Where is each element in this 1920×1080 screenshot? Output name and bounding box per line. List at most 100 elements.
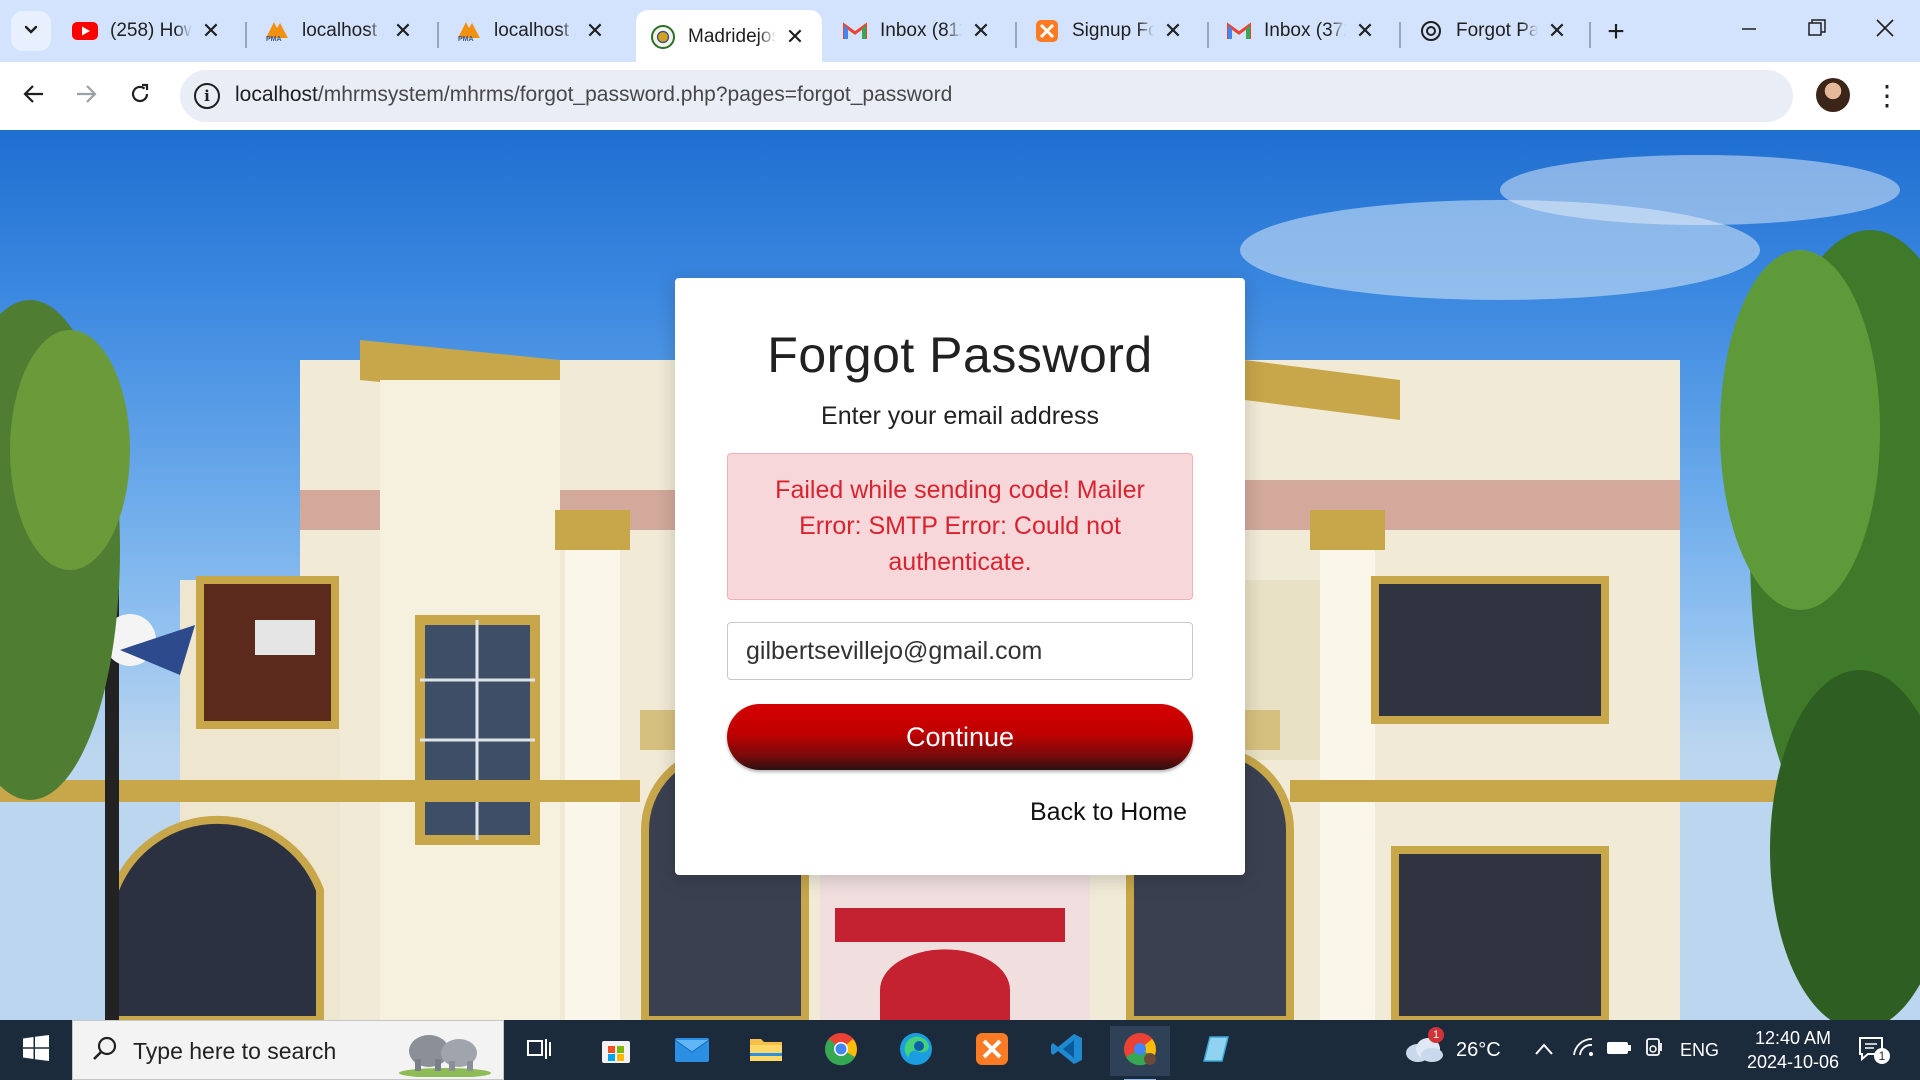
volume-button[interactable] <box>1644 1020 1666 1080</box>
store-icon <box>600 1033 632 1070</box>
address-bar[interactable]: i localhost/mhrmsystem/mhrms/forgot_pass… <box>180 70 1793 122</box>
close-icon[interactable]: ✕ <box>968 18 994 44</box>
tab-phpmyadmin-1[interactable]: PMA localhost / ✕ <box>250 8 430 54</box>
page-content: Forgot Password Enter your email address… <box>0 130 1920 1020</box>
language-label: ENG <box>1680 1039 1720 1060</box>
task-view-icon <box>526 1036 554 1067</box>
close-icon[interactable]: ✕ <box>198 18 224 44</box>
arrow-right-icon <box>75 80 97 112</box>
close-icon[interactable]: ✕ <box>390 18 416 44</box>
file-explorer-button[interactable] <box>736 1026 796 1076</box>
tab-phpmyadmin-2[interactable]: PMA localhost / ✕ <box>442 8 622 54</box>
back-button[interactable] <box>12 74 56 118</box>
close-icon[interactable]: ✕ <box>1160 18 1186 44</box>
reload-button[interactable] <box>118 74 162 118</box>
battery-button[interactable] <box>1606 1020 1632 1080</box>
tab-title: Signup For <box>1072 20 1154 41</box>
url-host: localhost <box>235 83 318 106</box>
phpmyadmin-icon: PMA <box>456 18 482 44</box>
site-info-icon[interactable]: i <box>194 83 220 109</box>
chevron-up-icon <box>1534 1039 1554 1062</box>
back-to-home-link[interactable]: Back to Home <box>1030 798 1187 827</box>
url-text[interactable]: localhost/mhrmsystem/mhrms/forgot_passwo… <box>235 83 952 107</box>
tab-separator <box>1207 22 1209 48</box>
elephant-illustration-icon <box>399 1035 491 1077</box>
continue-button[interactable]: Continue <box>727 704 1193 770</box>
tab-strip: (258) How ✕ PMA localhost / ✕ PMA localh… <box>0 0 1920 64</box>
vscode-button[interactable] <box>1037 1026 1097 1076</box>
microsoft-store-button[interactable] <box>586 1026 646 1076</box>
tab-title: (258) How <box>110 20 192 41</box>
forward-button[interactable] <box>64 74 108 118</box>
tab-title: Inbox (372 <box>1264 20 1346 41</box>
tab-separator <box>1589 22 1591 48</box>
weather-badge: 1 <box>1428 1027 1444 1043</box>
mail-icon <box>674 1035 710 1068</box>
tab-title: localhost / <box>494 20 576 41</box>
plus-icon: + <box>1607 15 1625 48</box>
tab-youtube[interactable]: (258) How ✕ <box>58 8 238 54</box>
task-view-button[interactable] <box>510 1026 570 1076</box>
folder-icon <box>749 1035 783 1068</box>
restore-icon <box>1808 17 1826 43</box>
tab-signup[interactable]: Signup For ✕ <box>1020 8 1200 54</box>
tab-separator <box>1015 22 1017 48</box>
mail-button[interactable] <box>662 1026 722 1076</box>
profile-avatar[interactable] <box>1816 78 1850 112</box>
browser-menu-icon[interactable]: ⋮ <box>1872 76 1902 116</box>
system-clock[interactable]: 12:40 AM 2024-10-06 <box>1730 1026 1856 1074</box>
input-language[interactable]: ENG <box>1680 1020 1719 1080</box>
notes-app-button[interactable] <box>1186 1026 1246 1076</box>
xampp-button[interactable] <box>962 1026 1022 1076</box>
reload-icon <box>129 80 151 112</box>
forgot-password-card: Forgot Password Enter your email address… <box>675 278 1245 875</box>
minimize-button[interactable] <box>1716 0 1782 60</box>
network-button[interactable] <box>1572 1020 1594 1080</box>
page-title: Forgot Password <box>767 327 1153 383</box>
start-button[interactable] <box>0 1020 72 1080</box>
notification-center-button[interactable]: 1 <box>1858 1020 1890 1080</box>
tab-search-button[interactable] <box>11 11 51 51</box>
phpmyadmin-icon: PMA <box>264 18 290 44</box>
close-icon[interactable]: ✕ <box>1352 18 1378 44</box>
edge-button[interactable] <box>886 1026 946 1076</box>
tab-gmail-1[interactable]: Inbox (811 ✕ <box>828 8 1008 54</box>
xampp-icon <box>1034 18 1060 44</box>
weather-widget[interactable]: 1 26°C <box>1404 1020 1501 1080</box>
tab-madridejos[interactable]: Madridejos ✕ <box>636 10 822 64</box>
chrome-profile-button[interactable] <box>1110 1026 1170 1080</box>
chrome-icon <box>824 1032 858 1071</box>
close-icon[interactable]: ✕ <box>582 18 608 44</box>
windows-logo-icon <box>23 1034 49 1066</box>
youtube-icon <box>72 18 98 44</box>
taskbar-search[interactable]: Type here to search <box>72 1020 504 1080</box>
cloud-icon: 1 <box>1404 1027 1444 1065</box>
close-icon[interactable]: ✕ <box>1544 18 1570 44</box>
tab-gmail-2[interactable]: Inbox (372 ✕ <box>1212 8 1392 54</box>
seal-icon <box>650 24 676 50</box>
restore-button[interactable] <box>1784 0 1850 60</box>
tab-title: Madridejos <box>688 26 776 47</box>
chevron-down-icon <box>22 20 40 43</box>
tab-title: localhost / <box>302 20 384 41</box>
tab-separator <box>437 22 439 48</box>
gmail-icon <box>1226 18 1252 44</box>
tab-title: Forgot Pas <box>1456 20 1538 41</box>
chrome-button[interactable] <box>811 1026 871 1076</box>
new-tab-button[interactable]: + <box>1598 14 1634 50</box>
close-icon[interactable]: ✕ <box>782 24 808 50</box>
windows-taskbar: Type here to search 1 26°C ENG 12:40 AM … <box>0 1020 1920 1080</box>
xampp-icon <box>975 1032 1009 1071</box>
url-path: /mhrmsystem/mhrms/forgot_password.php?pa… <box>317 83 953 106</box>
vscode-icon <box>1050 1032 1084 1071</box>
close-window-button[interactable] <box>1852 0 1918 60</box>
search-placeholder: Type here to search <box>133 1038 337 1064</box>
form-subtitle: Enter your email address <box>821 402 1099 430</box>
tab-forgot-password[interactable]: Forgot Pas ✕ <box>1404 8 1584 54</box>
svg-text:PMA: PMA <box>458 36 474 42</box>
speaker-icon <box>1644 1037 1666 1063</box>
edge-icon <box>899 1032 933 1071</box>
email-field[interactable] <box>727 622 1193 680</box>
show-hidden-icons-button[interactable] <box>1534 1020 1554 1080</box>
notification-icon: 1 <box>1858 1036 1890 1064</box>
